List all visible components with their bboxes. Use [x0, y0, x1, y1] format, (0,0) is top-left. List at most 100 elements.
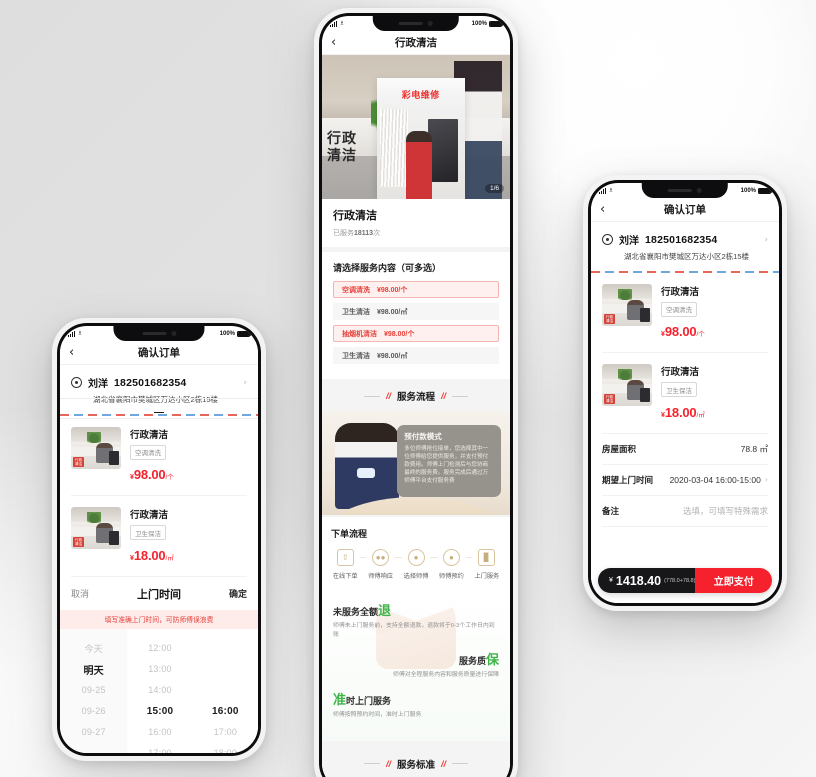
guarantee-title: 未服务全额退 — [333, 600, 499, 619]
wifi-icon: ♗ — [77, 331, 83, 337]
form-row-remark[interactable]: 备注 选填，可填写特殊需求 — [602, 496, 768, 527]
picker-option[interactable]: 09-27 — [60, 722, 127, 743]
phone-mockup-middle: ♗ 100% ‹ 行政清洁 行政 清洁 彩电维修 1/6 行政清洁 已服务181… — [314, 8, 518, 777]
product-thumbnail: 行政 清洁 — [602, 284, 652, 326]
status-right: 100% — [741, 187, 772, 194]
date-column[interactable]: 今天 明天 09-25 09-26 09-27 — [60, 628, 128, 753]
detail-header: 行政清洁 已服务18113次 — [322, 199, 510, 247]
info-bubble: 预付款模式 多位师傅抢位接单，您选择其中一位师傅给您提供服务，并支付预付款费用。… — [397, 424, 501, 498]
price-unit: /㎡ — [165, 554, 174, 562]
location-pin-icon — [602, 234, 613, 245]
picker-option-selected[interactable]: 16:00 — [193, 701, 258, 722]
battery-icon — [237, 330, 251, 337]
picker-option[interactable]: 14:00 — [127, 680, 192, 701]
back-icon[interactable]: ‹ — [600, 203, 614, 216]
service-option[interactable]: 卫生清洁 ¥98.00/㎡ — [333, 347, 499, 364]
hero-banner[interactable]: 行政 清洁 彩电维修 1/6 — [322, 55, 510, 199]
navbar-right: ‹ 确认订单 — [591, 198, 779, 222]
notch — [641, 183, 729, 198]
notch — [372, 16, 460, 31]
step-label: 师傅预约 — [439, 573, 464, 580]
service-option[interactable]: 空调清洗 ¥98.00/个 — [333, 281, 499, 298]
confirm-button[interactable]: 确定 — [229, 587, 247, 600]
served-count-line: 已服务18113次 — [333, 228, 499, 238]
list-item[interactable]: 行政 清洁 行政清洁 空调清洗 ¥98.00/个 — [71, 416, 247, 497]
phone-screen-left: ♗ 100% ‹ 确认订单 刘洋 182501682354 › 湖北省襄阳市樊城… — [60, 326, 258, 753]
battery-icon — [489, 20, 503, 27]
back-icon[interactable]: ‹ — [331, 36, 345, 49]
picker-option[interactable]: 今天 — [60, 638, 127, 659]
service-option[interactable]: 抽烟机清洁 ¥98.00/个 — [333, 325, 499, 342]
clock-icon: ● — [442, 549, 460, 566]
picker-option[interactable]: 16:00 — [127, 722, 192, 743]
chevron-right-icon[interactable]: › — [243, 378, 247, 388]
step-arrow: — — [359, 554, 367, 561]
phone-mockup-left: ♗ 100% ‹ 确认订单 刘洋 182501682354 › 湖北省襄阳市樊城… — [52, 318, 266, 761]
start-time-column[interactable]: 12:00 13:00 14:00 15:00 16:00 17:00 18:0… — [127, 629, 192, 753]
battery-percent-label: 100% — [471, 20, 487, 27]
thumb-tag: 行政 清洁 — [604, 313, 616, 324]
picker-option[interactable]: 18:00 — [193, 743, 258, 753]
picker-option[interactable]: 09-26 — [60, 701, 127, 722]
option-price: ¥98.00/个 — [384, 330, 415, 338]
bubble-text: 多位师傅抢位接单，您选择其中一位师傅给您提供服务，并支付预付款费用。师傅上门检测… — [404, 445, 489, 484]
step-item: ● 师傅预约 — [437, 549, 465, 580]
product-thumbnail: 行政 清洁 — [602, 364, 652, 407]
page-title: 行政清洁 — [395, 37, 437, 49]
field-value-text: 2020-03-04 16:00-15:00 — [669, 474, 761, 485]
back-icon[interactable]: ‹ — [69, 346, 83, 359]
picker-option[interactable]: 12:00 — [127, 638, 192, 659]
wifi-icon: ♗ — [339, 21, 345, 27]
picker-option[interactable]: 09-25 — [60, 680, 127, 701]
guarantee-section: 未服务全额退 师傅未上门服务前，支持全额退款，退款将于0-3个工作日内到账 服务… — [322, 591, 510, 741]
chevron-right-icon[interactable]: › — [764, 235, 768, 245]
form-row-area[interactable]: 房屋面积 78.8 ㎡ — [602, 434, 768, 465]
thumb-tag: 行政 清洁 — [604, 394, 616, 405]
step-item: ● 选择师傅 — [402, 549, 430, 580]
list-item[interactable]: 行政 清洁 行政清洁 卫生保洁 ¥18.00/㎡ — [602, 353, 768, 434]
product-price: ¥98.00/个 — [661, 323, 768, 341]
phone-screen-middle: ♗ 100% ‹ 行政清洁 行政 清洁 彩电维修 1/6 行政清洁 已服务181… — [322, 16, 510, 777]
picker-option[interactable]: 17:00 — [127, 743, 192, 753]
guarantee-title-pre: 服务质 — [458, 656, 486, 667]
picker-option[interactable]: 17:00 — [193, 722, 258, 743]
ribbon-line-left — [363, 395, 380, 397]
option-name: 卫生清洁 — [342, 352, 370, 360]
cancel-button[interactable]: 取消 — [71, 587, 89, 600]
notch — [113, 326, 205, 341]
product-price: ¥18.00/㎡ — [661, 404, 768, 422]
guarantee-item: 服务质保 师傅对全程服务内容和服务质量进行保障 — [333, 649, 499, 680]
remark-input[interactable]: 选填，可填写特殊需求 — [683, 505, 768, 517]
sheet-header: 取消 上门时间 确定 — [60, 576, 258, 610]
list-item[interactable]: 行政 清洁 行政清洁 空调清洗 ¥98.00/个 — [602, 273, 768, 354]
curtain-graphic — [380, 109, 409, 187]
pay-now-button[interactable]: 立即支付 — [695, 568, 772, 593]
service-option[interactable]: 卫生清洁 ¥98.00/㎡ — [333, 303, 499, 320]
total-amount: 1418.40 — [615, 573, 662, 588]
field-value[interactable]: 2020-03-04 16:00-15:00 › — [670, 475, 768, 485]
end-time-column[interactable]: 16:00 17:00 18:00 19:00 — [193, 629, 258, 753]
picker-option[interactable]: 明天 — [60, 659, 127, 680]
list-item[interactable]: 行政 清洁 行政清洁 卫生保洁 ¥18.00/㎡ — [71, 496, 247, 577]
content-middle: 行政 清洁 彩电维修 1/6 行政清洁 已服务18113次 请选择服务内容（可多… — [322, 55, 510, 777]
ribbon-line-right — [452, 395, 469, 397]
step-arrow: — — [394, 554, 402, 561]
picker-option-selected[interactable]: 15:00 — [127, 701, 192, 722]
picker-option[interactable]: 13:00 — [127, 659, 192, 680]
carousel-pager: 1/6 — [484, 184, 504, 193]
battery-icon — [758, 187, 772, 194]
field-value: 78.8 ㎡ — [740, 443, 768, 454]
thumb-tag: 行政 清洁 — [73, 537, 85, 548]
address-block[interactable]: 刘洋 182501682354 › 湖北省襄阳市樊城区万达小区2栋15楼 — [591, 222, 779, 271]
field-label: 房屋面积 — [602, 443, 637, 454]
product-spec-badge: 卫生保洁 — [661, 382, 697, 398]
product-title: 行政清洁 — [661, 367, 700, 379]
step-arrow: — — [430, 554, 438, 561]
option-price: ¥98.00/个 — [377, 286, 408, 294]
navbar-left: ‹ 确认订单 — [60, 341, 258, 365]
product-title: 行政清洁 — [661, 287, 700, 298]
step-label: 上门服务 — [474, 573, 500, 580]
product-thumbnail: 行政 清洁 — [71, 507, 121, 550]
form-row-time[interactable]: 期望上门时间 2020-03-04 16:00-15:00 › — [602, 465, 768, 496]
front-camera — [428, 21, 433, 26]
